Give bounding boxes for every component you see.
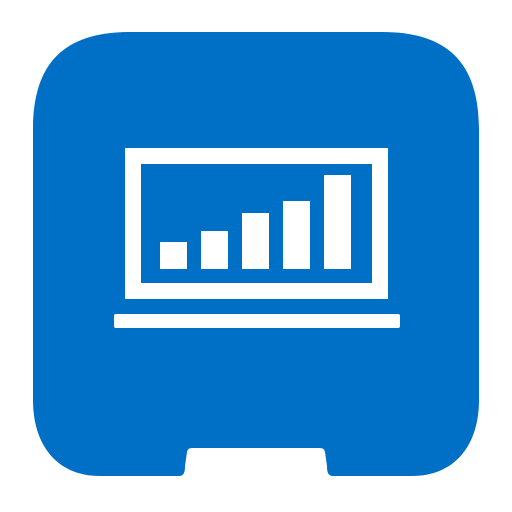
app-icon[interactable] bbox=[0, 0, 512, 512]
laptop-base-icon bbox=[114, 314, 400, 328]
chart-bar-5 bbox=[324, 175, 351, 269]
laptop-bar-chart-app-icon[interactable] bbox=[0, 0, 512, 512]
chart-bar-2 bbox=[201, 231, 228, 269]
chart-bar-1 bbox=[160, 242, 187, 269]
chart-bar-3 bbox=[242, 213, 269, 269]
chart-bar-4 bbox=[283, 201, 310, 269]
